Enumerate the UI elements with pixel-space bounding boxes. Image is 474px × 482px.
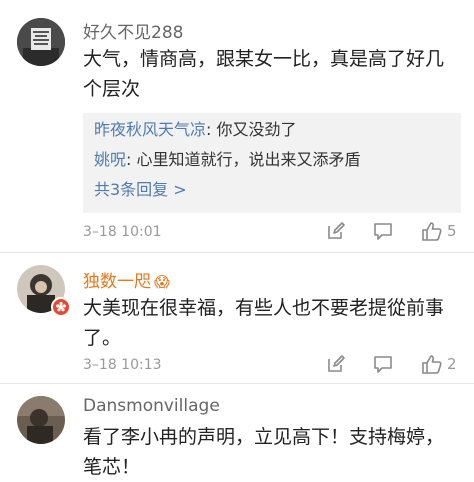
reply-box[interactable]: 昨夜秋风天气凉: 你又没劲了 姚呪: 心里知道就行，说出来又添矛盾 共3条回复 … [83, 113, 461, 213]
more-replies-link[interactable]: 共3条回复 > [83, 175, 461, 205]
reply-item[interactable]: 昨夜秋风天气凉: 你又没劲了 [83, 115, 461, 145]
flower-icon [56, 301, 66, 312]
reply-username[interactable]: 昨夜秋风天气凉 [94, 120, 206, 139]
like-count: 5 [447, 222, 457, 240]
username[interactable]: Dansmonvillage [83, 396, 220, 416]
emoji-icon: 😱 [154, 273, 170, 291]
comment-text: 看了李小冉的声明，立见高下！支持梅婷，笔芯！ [83, 426, 445, 478]
comment-item: 独数一咫 😱 大美现在很幸福，有些人也不要老提從前事了。 3–18 10:13 2 [0, 253, 474, 383]
reply-username[interactable]: 姚呪 [94, 150, 126, 169]
username[interactable]: 独数一咫 😱 [83, 267, 170, 292]
like-count: 2 [447, 355, 457, 373]
edit-icon [328, 355, 345, 372]
comment-text: 大美现在很幸福，有些人也不要老提從前事了。 [83, 297, 445, 349]
reply-button[interactable] [373, 221, 393, 241]
reply-item[interactable]: 姚呪: 心里知道就行，说出来又添矛盾 [83, 145, 461, 175]
like-button[interactable]: 5 [421, 220, 457, 242]
avatar[interactable] [17, 18, 65, 66]
edit-button[interactable] [326, 354, 346, 374]
like-button[interactable]: 2 [421, 353, 457, 375]
thumbs-up-icon [422, 222, 442, 241]
timestamp: 3–18 10:13 [83, 357, 162, 373]
thumbs-up-icon [422, 355, 442, 374]
avatar-image [17, 18, 65, 66]
edit-icon [328, 222, 345, 239]
verified-badge [51, 297, 71, 317]
comment-text: 大气，情商高，跟某女一比，真是高了好几个层次 [83, 48, 445, 100]
reply-button[interactable] [373, 354, 393, 374]
reply-text: 心里知道就行，说出来又添矛盾 [131, 150, 361, 169]
comment-icon [374, 356, 392, 373]
edit-button[interactable] [326, 221, 346, 241]
username[interactable]: 好久不见288 [83, 18, 183, 43]
timestamp: 3–18 10:01 [83, 224, 162, 240]
comment-item: 好久不见288 大气，情商高，跟某女一比，真是高了好几个层次 昨夜秋风天气凉: … [0, 0, 474, 250]
comment-icon [374, 223, 392, 240]
reply-text: 你又没劲了 [211, 120, 297, 139]
username-text: 独数一咫 [83, 272, 151, 292]
avatar-image [17, 396, 65, 444]
comment-item: Dansmonvillage 看了李小冉的声明，立见高下！支持梅婷，笔芯！ [0, 384, 474, 478]
avatar[interactable] [17, 396, 65, 444]
